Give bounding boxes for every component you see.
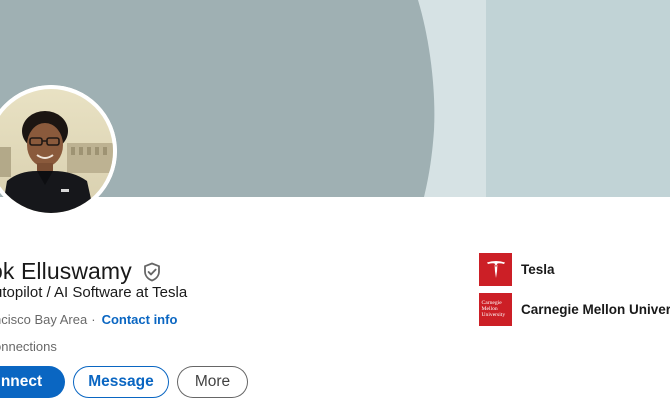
name-row: ok Elluswamy: [0, 255, 162, 287]
separator-dot: ·: [91, 312, 96, 327]
org-name-carnegie-mellon: Carnegie Mellon Univer: [521, 301, 670, 317]
location-row: ncisco Bay Area · Contact info: [0, 312, 177, 327]
cmu-logo-icon: Carnegie Mellon University: [479, 292, 512, 326]
contact-info-link[interactable]: Contact info: [102, 312, 178, 327]
connect-button[interactable]: nnect: [0, 366, 65, 398]
org-item-carnegie-mellon[interactable]: Carnegie Mellon University Carnegie Mell…: [479, 292, 670, 326]
org-name-tesla: Tesla: [521, 261, 555, 277]
org-item-tesla[interactable]: Tesla: [479, 252, 555, 286]
connections-count[interactable]: onnections: [0, 339, 57, 354]
verified-shield-icon[interactable]: [142, 262, 162, 282]
message-button[interactable]: Message: [73, 366, 169, 398]
cmu-logo-line-3: University: [481, 312, 506, 318]
profile-name: ok Elluswamy: [0, 257, 132, 284]
profile-headline: utopilot / AI Software at Tesla: [0, 284, 188, 301]
tesla-logo-icon: [479, 252, 512, 286]
profile-location: ncisco Bay Area: [0, 312, 88, 327]
cmu-logo-text: Carnegie Mellon University: [482, 300, 510, 318]
more-button[interactable]: More: [177, 366, 248, 398]
